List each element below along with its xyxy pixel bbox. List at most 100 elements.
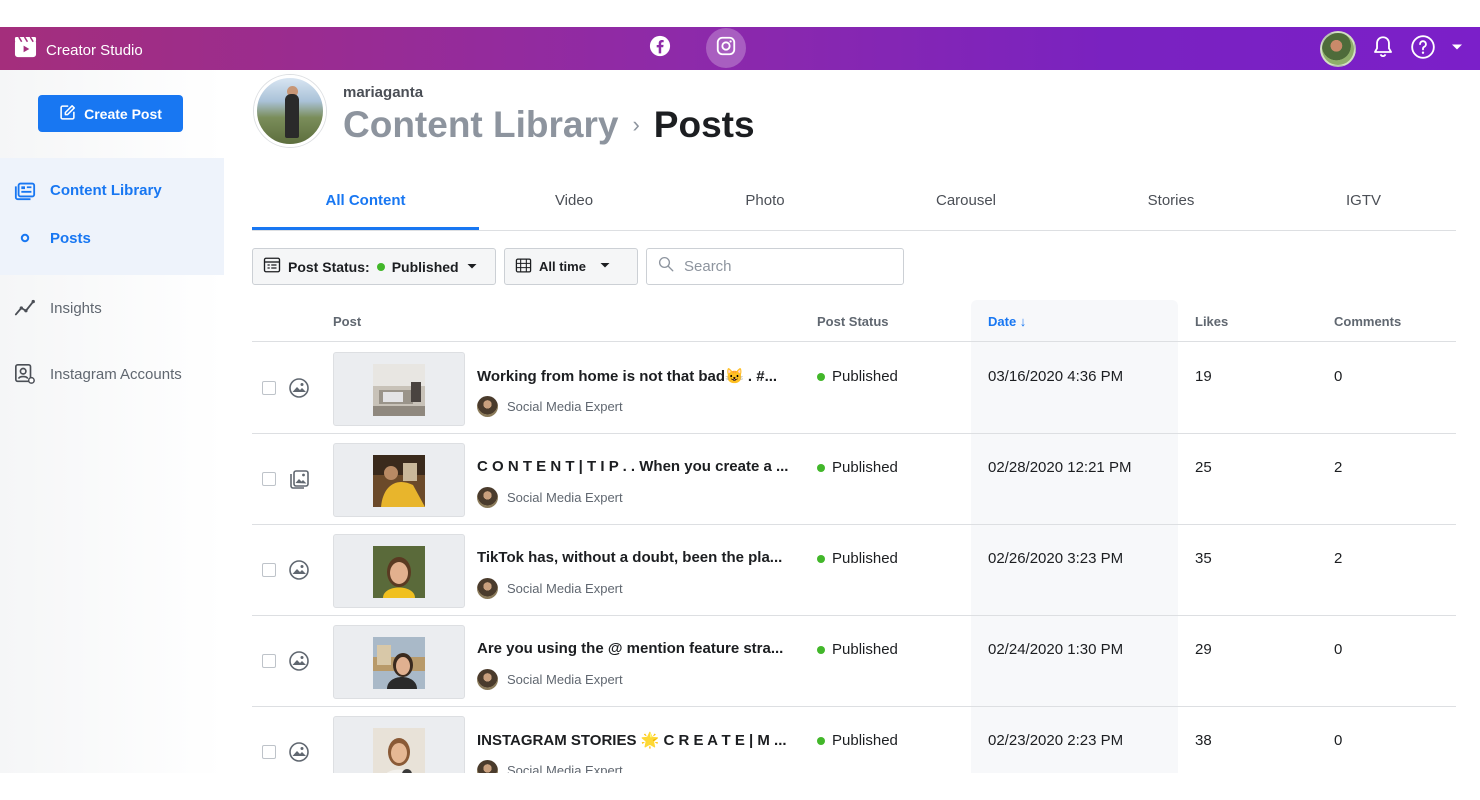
tab-video[interactable]: Video: [479, 170, 669, 230]
tab-all-content[interactable]: All Content: [252, 170, 479, 230]
sidebar-item-posts[interactable]: Posts: [0, 218, 224, 258]
creator-studio-logo-icon: [14, 36, 37, 64]
post-title[interactable]: INSTAGRAM STORIES 🌟 C R E A T E | M ...: [477, 731, 787, 749]
status-text: Published: [832, 732, 898, 749]
author-avatar: [477, 578, 498, 599]
photo-icon: [289, 742, 309, 762]
create-post-button[interactable]: Create Post: [38, 95, 183, 132]
calendar-icon: [515, 257, 532, 277]
column-header-post: Post: [333, 314, 362, 329]
avatar-figure: [285, 94, 299, 138]
post-title[interactable]: Are you using the @ mention feature stra…: [477, 640, 783, 657]
top-border: [0, 0, 1480, 27]
page-title: Posts: [653, 104, 755, 145]
author-avatar: [477, 487, 498, 508]
status-badge: Published: [817, 368, 898, 385]
status-text: Published: [832, 368, 898, 385]
post-date: 02/23/2020 2:23 PM: [988, 732, 1124, 749]
bullet-circle-icon: [0, 233, 50, 243]
post-image: [373, 364, 425, 416]
account-menu-caret-icon[interactable]: [1450, 40, 1464, 59]
column-header-date[interactable]: Date ↓: [988, 314, 1026, 329]
notifications-bell-icon[interactable]: [1370, 34, 1396, 65]
status-badge: Published: [817, 641, 898, 658]
row-checkbox[interactable]: [262, 381, 276, 395]
published-status-dot: [817, 554, 825, 563]
search-icon: [657, 255, 675, 278]
content-library-group: Content Library Posts: [0, 158, 224, 275]
column-header-comments[interactable]: Comments: [1334, 314, 1401, 329]
post-thumbnail[interactable]: [333, 534, 465, 608]
post-status-filter-value: Published: [391, 258, 459, 275]
photo-icon: [289, 651, 309, 671]
post-title[interactable]: C O N T E N T | T I P . . When you creat…: [477, 458, 788, 475]
post-status-filter-label: Post Status:: [288, 258, 370, 275]
post-author: Social Media Expert: [477, 760, 623, 773]
sidebar-item-content-library[interactable]: Content Library: [0, 170, 224, 210]
row-checkbox[interactable]: [262, 745, 276, 759]
column-header-post-status[interactable]: Post Status: [817, 314, 889, 329]
likes-count: 38: [1195, 732, 1212, 749]
search-box[interactable]: [646, 248, 904, 285]
tab-carousel[interactable]: Carousel: [861, 170, 1071, 230]
post-image: [373, 728, 425, 773]
post-author: Social Media Expert: [477, 396, 623, 417]
row-checkbox[interactable]: [262, 654, 276, 668]
post-thumbnail[interactable]: [333, 352, 465, 426]
post-title[interactable]: Working from home is not that bad😺 . #..…: [477, 367, 777, 385]
date-range-filter[interactable]: All time: [504, 248, 638, 285]
post-image: [373, 546, 425, 598]
sidebar-item-instagram-accounts[interactable]: Instagram Accounts: [0, 354, 224, 394]
carousel-icon: [289, 469, 309, 489]
table-row[interactable]: TikTok has, without a doubt, been the pl…: [252, 525, 1456, 616]
facebook-icon: [649, 35, 671, 62]
profile-avatar[interactable]: [254, 75, 326, 147]
content-library-icon: [0, 179, 50, 201]
status-badge: Published: [817, 459, 898, 476]
published-status-dot: [817, 645, 825, 654]
account-settings-icon: [0, 363, 50, 385]
compose-icon: [59, 104, 76, 124]
post-thumbnail[interactable]: [333, 716, 465, 773]
date-range-label: All time: [539, 259, 586, 274]
post-status-filter[interactable]: Post Status: Published: [252, 248, 496, 285]
app-header: Creator Studio: [0, 27, 1480, 70]
sidebar-item-insights[interactable]: Insights: [0, 288, 224, 328]
breadcrumb: Content Library › Posts: [343, 104, 755, 146]
row-checkbox[interactable]: [262, 563, 276, 577]
sidebar-item-label: Instagram Accounts: [50, 365, 182, 383]
breadcrumb-parent[interactable]: Content Library: [343, 104, 618, 146]
table-row[interactable]: C O N T E N T | T I P . . When you creat…: [252, 434, 1456, 525]
sidebar-item-label: Content Library: [50, 181, 162, 199]
post-thumbnail[interactable]: [333, 625, 465, 699]
comments-count: 0: [1334, 641, 1343, 658]
status-text: Published: [832, 550, 898, 567]
main-content: mariaganta Content Library › Posts All C…: [224, 70, 1480, 773]
bottom-border: [0, 773, 1480, 800]
post-title[interactable]: TikTok has, without a doubt, been the pl…: [477, 549, 782, 566]
search-input[interactable]: [684, 258, 884, 275]
table-row[interactable]: Working from home is not that bad😺 . #..…: [252, 343, 1456, 434]
post-thumbnail[interactable]: [333, 443, 465, 517]
row-checkbox[interactable]: [262, 472, 276, 486]
table-row[interactable]: INSTAGRAM STORIES 🌟 C R E A T E | M ... …: [252, 707, 1456, 773]
published-status-dot: [817, 372, 825, 381]
column-header-likes[interactable]: Likes: [1195, 314, 1228, 329]
help-icon[interactable]: [1410, 34, 1436, 65]
post-image: [373, 637, 425, 689]
published-status-dot: [817, 736, 825, 745]
post-author: Social Media Expert: [477, 578, 623, 599]
table-row[interactable]: Are you using the @ mention feature stra…: [252, 616, 1456, 707]
tab-igtv[interactable]: IGTV: [1271, 170, 1456, 230]
user-avatar[interactable]: [1320, 31, 1356, 67]
brand[interactable]: Creator Studio: [14, 36, 143, 64]
post-image: [373, 455, 425, 507]
facebook-switch-button[interactable]: [640, 28, 680, 68]
post-date: 02/28/2020 12:21 PM: [988, 459, 1132, 476]
author-name: Social Media Expert: [507, 490, 623, 505]
instagram-switch-button[interactable]: [706, 28, 746, 68]
tab-stories[interactable]: Stories: [1071, 170, 1271, 230]
comments-count: 2: [1334, 550, 1343, 567]
tab-photo[interactable]: Photo: [669, 170, 861, 230]
instagram-icon: [715, 35, 737, 62]
